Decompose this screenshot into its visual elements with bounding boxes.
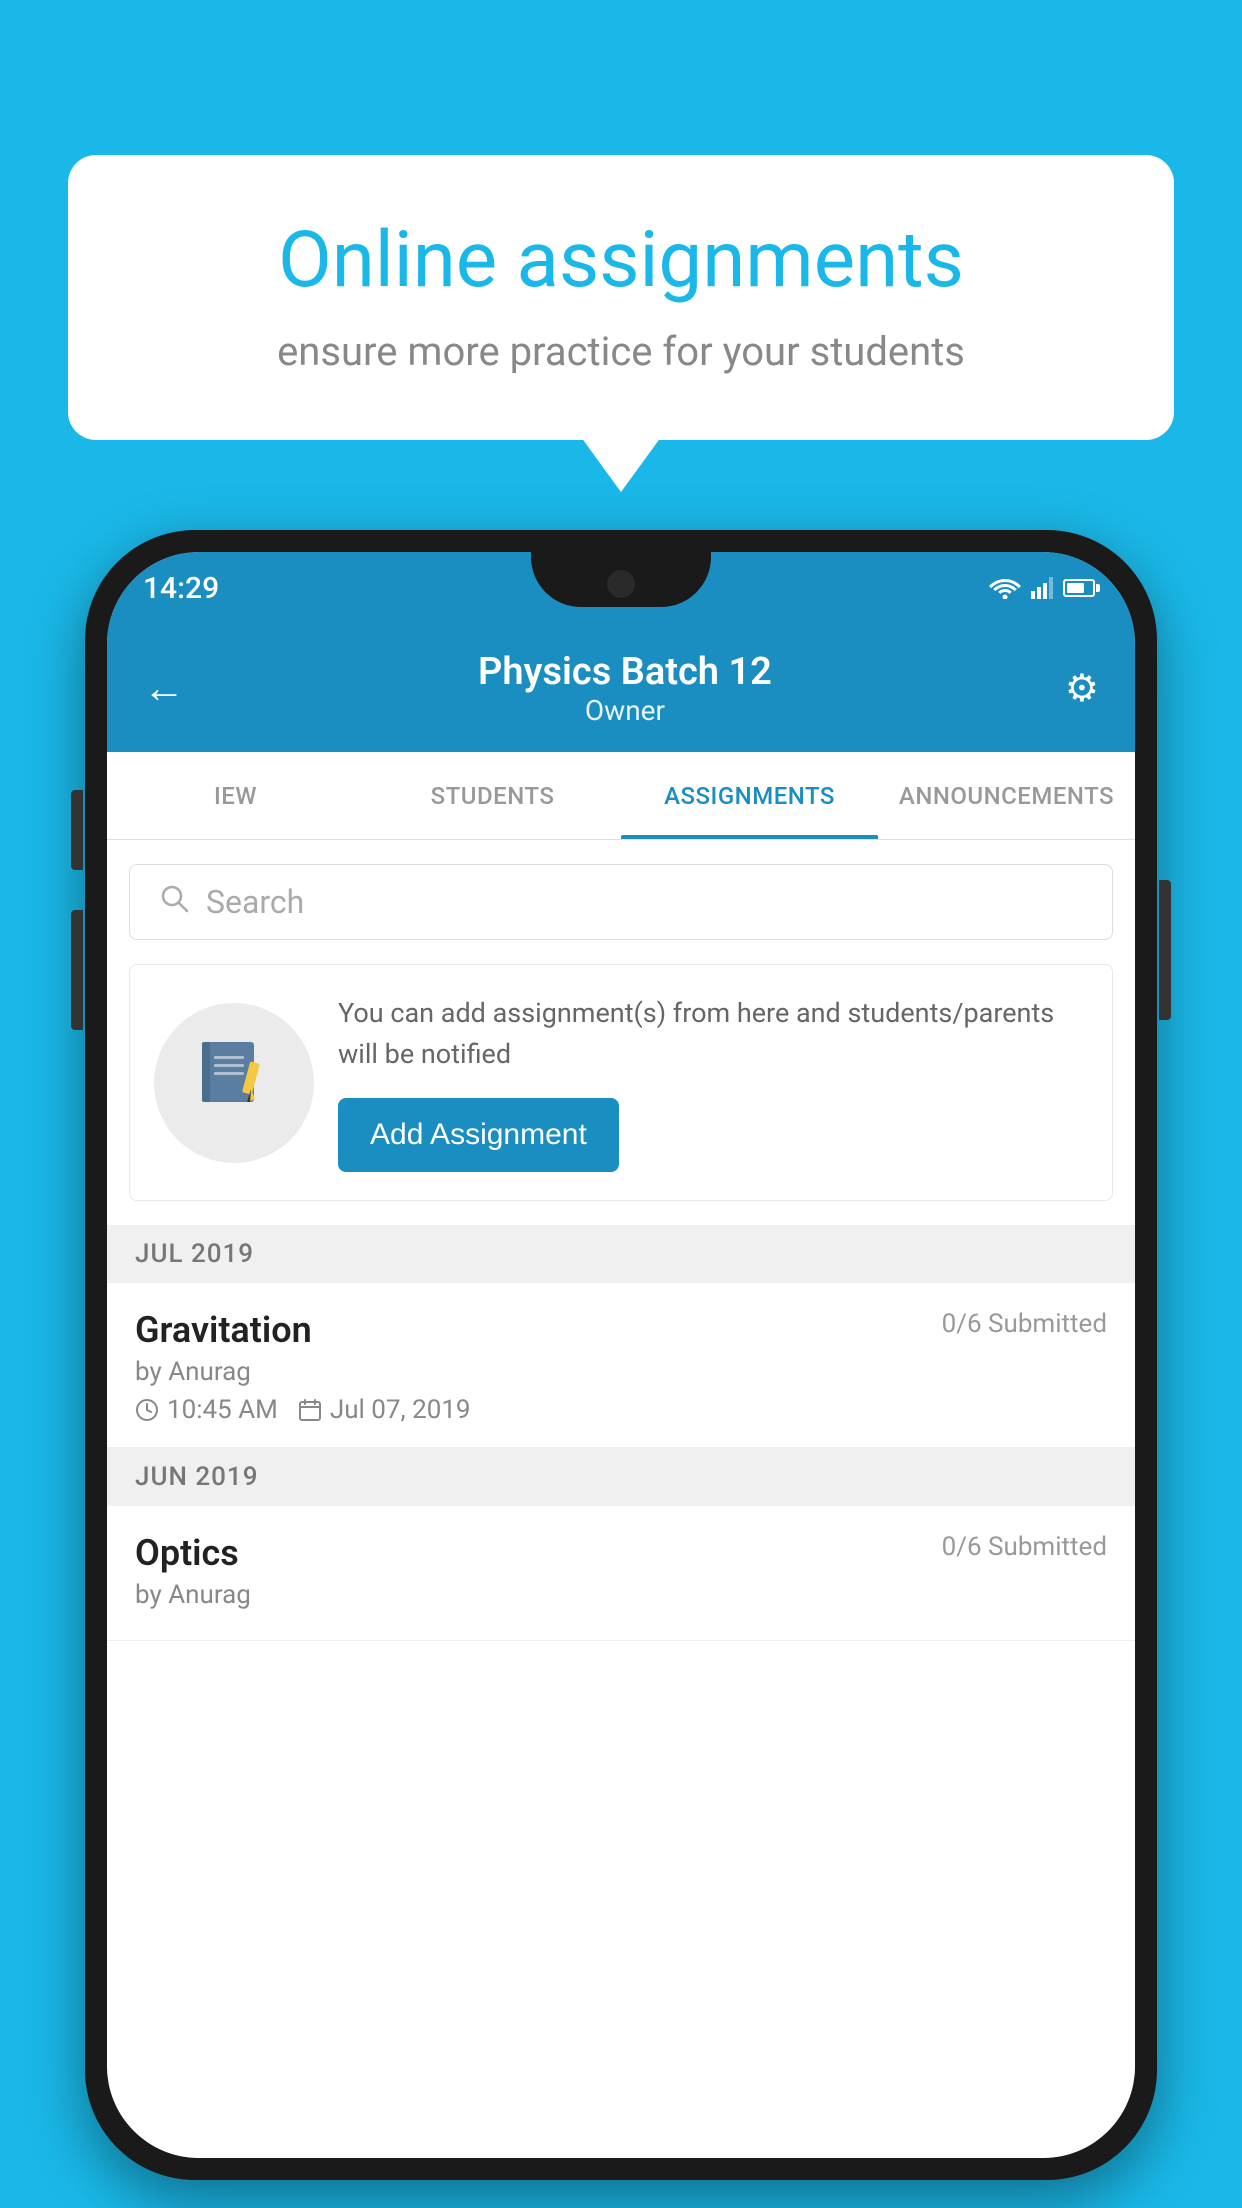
speech-bubble-container: Online assignments ensure more practice … bbox=[68, 155, 1174, 440]
tab-students[interactable]: STUDENTS bbox=[364, 752, 621, 839]
tab-announcements[interactable]: ANNOUNCEMENTS bbox=[878, 752, 1135, 839]
promo-card: You can add assignment(s) from here and … bbox=[129, 964, 1113, 1201]
search-icon bbox=[158, 882, 190, 922]
assignment-name-optics: Optics bbox=[135, 1532, 239, 1574]
section-header-jun: JUN 2019 bbox=[107, 1448, 1135, 1506]
tab-iew[interactable]: IEW bbox=[107, 752, 364, 839]
header-subtitle: Owner bbox=[478, 694, 772, 727]
app-header: ← Physics Batch 12 Owner ⚙ bbox=[107, 624, 1135, 752]
signal-icon bbox=[1031, 577, 1053, 599]
camera-icon bbox=[607, 570, 635, 598]
search-bar[interactable]: Search bbox=[129, 864, 1113, 940]
assignment-status: 0/6 Submitted bbox=[942, 1309, 1107, 1339]
assignment-item-gravitation[interactable]: Gravitation 0/6 Submitted by Anurag 10:4… bbox=[107, 1283, 1135, 1448]
status-time: 14:29 bbox=[143, 571, 219, 606]
search-placeholder: Search bbox=[206, 883, 304, 921]
assignment-name: Gravitation bbox=[135, 1309, 312, 1351]
add-assignment-button[interactable]: Add Assignment bbox=[338, 1098, 619, 1172]
assignment-by: by Anurag bbox=[135, 1357, 1107, 1387]
phone-screen: 14:29 bbox=[107, 552, 1135, 2158]
volume-button bbox=[71, 790, 83, 870]
clock-icon bbox=[135, 1398, 159, 1422]
tab-assignments[interactable]: ASSIGNMENTS bbox=[621, 752, 878, 839]
assignment-date: Jul 07, 2019 bbox=[330, 1395, 471, 1425]
promo-right: You can add assignment(s) from here and … bbox=[338, 993, 1084, 1172]
speech-bubble-title: Online assignments bbox=[138, 215, 1104, 306]
phone-container: 14:29 bbox=[85, 530, 1157, 2180]
assignment-item-optics[interactable]: Optics 0/6 Submitted by Anurag bbox=[107, 1506, 1135, 1641]
phone-frame: 14:29 bbox=[85, 530, 1157, 2180]
calendar-icon bbox=[298, 1398, 322, 1422]
speech-bubble: Online assignments ensure more practice … bbox=[68, 155, 1174, 440]
assignment-time: 10:45 AM bbox=[167, 1395, 278, 1425]
phone-notch bbox=[531, 552, 711, 607]
battery-icon bbox=[1063, 579, 1095, 597]
tabs-bar: IEW STUDENTS ASSIGNMENTS ANNOUNCEMENTS bbox=[107, 752, 1135, 840]
header-title-block: Physics Batch 12 Owner bbox=[478, 650, 772, 727]
promo-icon-circle bbox=[154, 1003, 314, 1163]
settings-button[interactable]: ⚙ bbox=[1065, 666, 1099, 711]
status-icons bbox=[989, 577, 1095, 599]
header-title: Physics Batch 12 bbox=[478, 650, 772, 694]
promo-text: You can add assignment(s) from here and … bbox=[338, 993, 1084, 1074]
speech-bubble-subtitle: ensure more practice for your students bbox=[138, 328, 1104, 375]
wifi-icon bbox=[989, 577, 1021, 599]
content-area: Search bbox=[107, 840, 1135, 2158]
assignment-meta: 10:45 AM Jul 07, 2019 bbox=[135, 1395, 1107, 1425]
back-button[interactable]: ← bbox=[143, 664, 185, 713]
assignment-status-optics: 0/6 Submitted bbox=[942, 1532, 1107, 1562]
notebook-icon bbox=[194, 1034, 274, 1132]
section-header-jul: JUL 2019 bbox=[107, 1225, 1135, 1283]
assignment-by-optics: by Anurag bbox=[135, 1580, 1107, 1610]
